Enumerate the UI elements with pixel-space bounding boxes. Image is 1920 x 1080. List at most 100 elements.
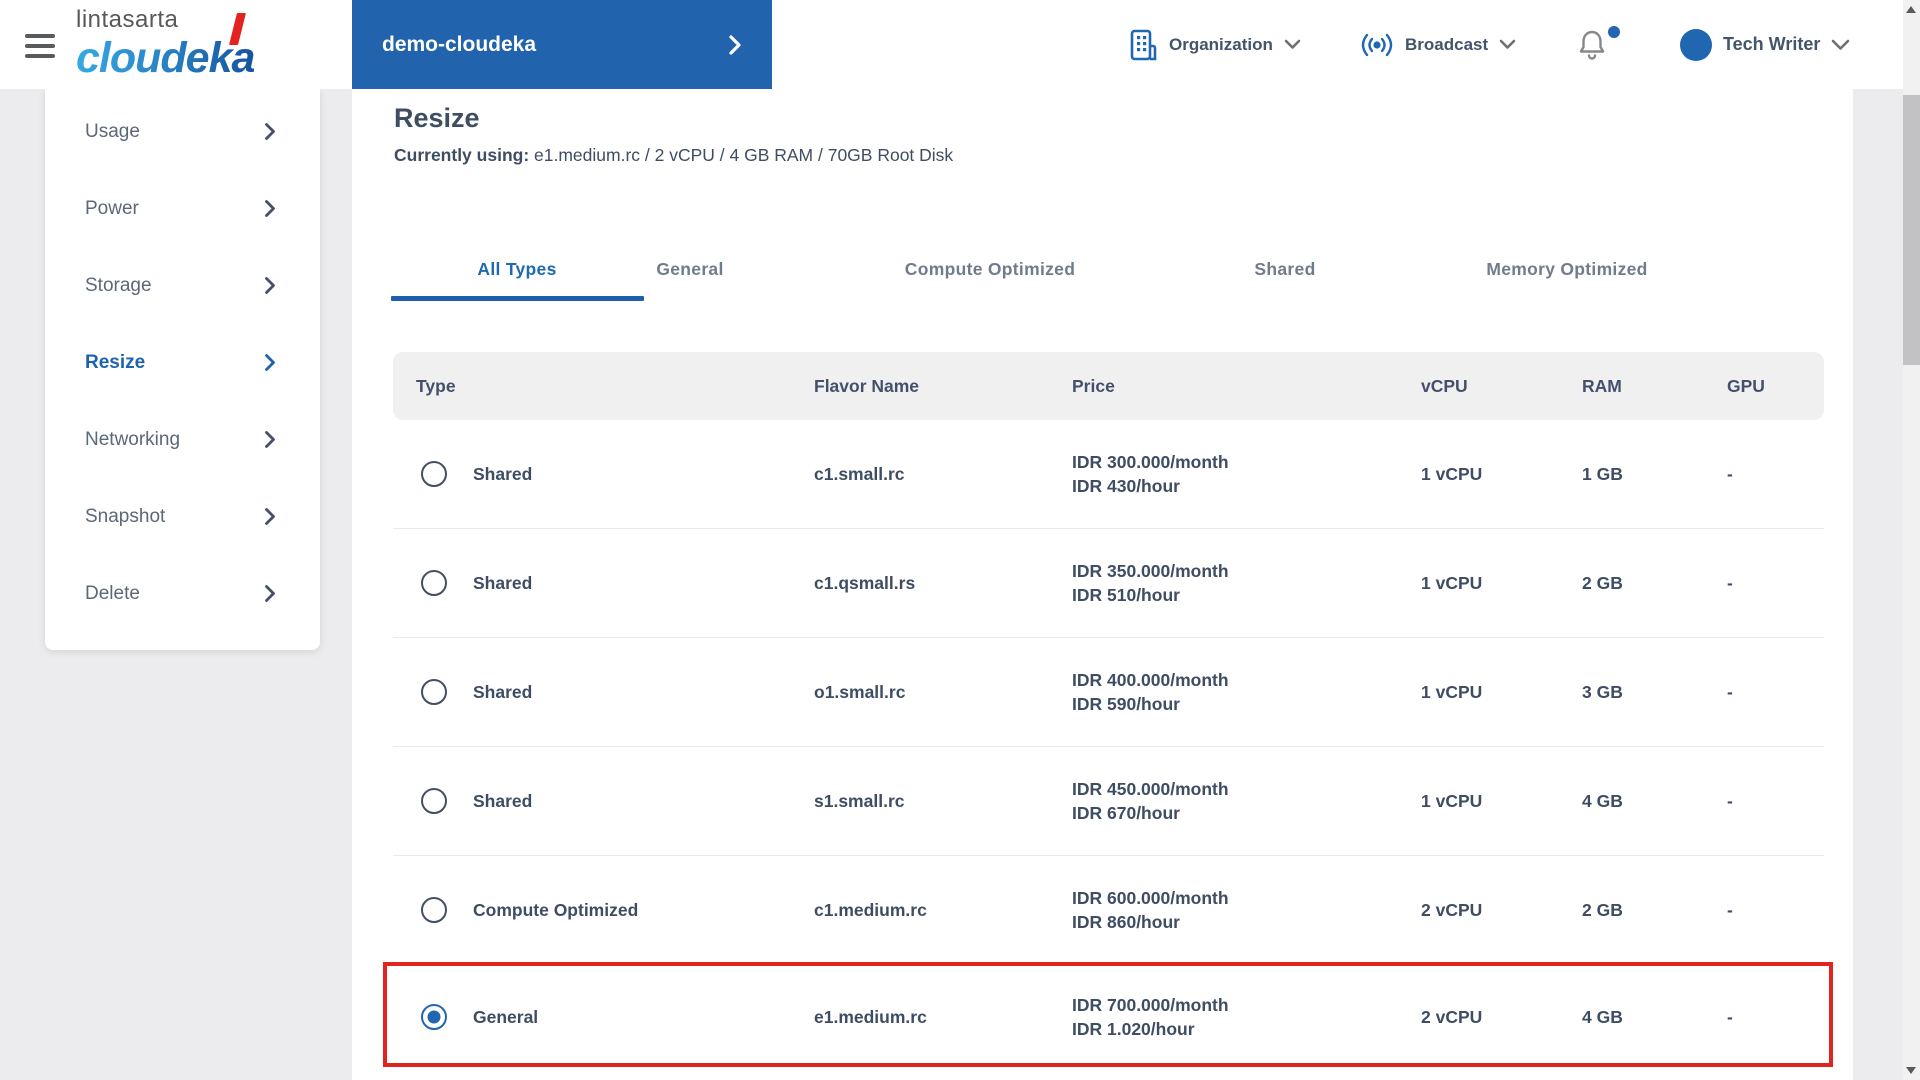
row-gpu: - [1727,790,1733,811]
sidebar-item-power[interactable]: Power [45,170,320,247]
flavor-radio[interactable] [421,570,447,596]
project-name: demo-cloudeka [382,32,537,56]
project-selector-button[interactable]: demo-cloudeka [352,0,772,89]
table-row[interactable]: Compute Optimized c1.medium.rc IDR 600.0… [393,856,1824,965]
tab-all-types[interactable]: All Types [477,249,556,289]
row-type: General [473,1006,539,1027]
row-ram: 2 GB [1582,899,1623,920]
row-type: Shared [473,572,533,593]
table-row[interactable]: Shared s1.small.rc IDR 450.000/month IDR… [393,747,1824,856]
row-ram: 4 GB [1582,1006,1623,1027]
table-row-selected[interactable]: General e1.medium.rc IDR 700.000/month I… [393,965,1824,1069]
organization-building-icon [1130,29,1157,60]
flavor-radio[interactable] [421,1004,447,1030]
row-price: IDR 400.000/month IDR 590/hour [1072,670,1229,714]
resize-panel: Resize Currently using: e1.medium.rc / 2… [352,89,1853,1080]
row-vcpu: 1 vCPU [1421,463,1483,484]
column-header-type: Type [416,375,456,396]
row-ram: 4 GB [1582,790,1623,811]
row-flavor-name: o1.small.rc [814,681,906,702]
flavor-table: Type Flavor Name Price vCPU RAM GPU Shar… [393,352,1824,1069]
scrollbar-up-arrow[interactable] [1906,6,1916,13]
row-ram: 2 GB [1582,572,1623,593]
broadcast-icon [1361,33,1393,56]
sidebar-item-usage[interactable]: Usage [45,93,320,170]
page-title: Resize [394,103,480,133]
row-flavor-name: c1.small.rc [814,463,905,484]
top-header: lintasarta cloudeka demo-cloudeka Organi… [0,0,1920,89]
row-vcpu: 1 vCPU [1421,572,1483,593]
row-price: IDR 450.000/month IDR 670/hour [1072,779,1229,823]
tab-compute-optimized[interactable]: Compute Optimized [905,249,1075,289]
chevron-down-icon [1499,39,1516,49]
row-flavor-name: e1.medium.rc [814,1006,927,1027]
row-ram: 1 GB [1582,463,1623,484]
scrollbar-thumb[interactable] [1903,95,1920,365]
flavor-radio[interactable] [421,788,447,814]
row-vcpu: 2 vCPU [1421,1006,1483,1027]
user-avatar [1680,28,1712,61]
chevron-down-icon [1284,39,1301,49]
chevron-right-icon [265,431,275,448]
notification-badge-dot [1608,26,1620,38]
row-type: Shared [473,790,533,811]
broadcast-menu[interactable]: Broadcast [1360,0,1516,89]
sidebar-item-snapshot[interactable]: Snapshot [45,478,320,555]
sidebar-item-networking[interactable]: Networking [45,401,320,478]
sidebar-item-resize[interactable]: Resize [45,324,320,401]
chevron-right-icon [265,354,275,371]
chevron-right-icon [265,508,275,525]
table-header-row: Type Flavor Name Price vCPU RAM GPU [393,352,1824,420]
row-flavor-name: s1.small.rc [814,790,905,811]
active-tab-underline [391,296,644,301]
column-header-price: Price [1072,375,1115,396]
scrollbar-down-arrow[interactable] [1906,1067,1916,1074]
chevron-right-icon [265,123,275,140]
row-type: Compute Optimized [473,899,639,920]
row-price: IDR 700.000/month IDR 1.020/hour [1072,995,1229,1039]
chevron-right-icon [265,200,275,217]
row-flavor-name: c1.qsmall.rs [814,572,916,593]
chevron-right-icon [729,34,741,55]
row-flavor-name: c1.medium.rc [814,899,927,920]
table-row[interactable]: Shared c1.small.rc IDR 300.000/month IDR… [393,420,1824,529]
row-gpu: - [1727,1006,1733,1027]
sidebar-item-storage[interactable]: Storage [45,247,320,324]
table-row[interactable]: Shared c1.qsmall.rs IDR 350.000/month ID… [393,529,1824,638]
row-type: Shared [473,681,533,702]
tab-shared[interactable]: Shared [1254,249,1315,289]
table-row[interactable]: Shared o1.small.rc IDR 400.000/month IDR… [393,638,1824,747]
user-name: Tech Writer [1723,34,1821,54]
flavor-radio[interactable] [421,679,447,705]
notifications-button[interactable] [1576,26,1622,64]
row-price: IDR 300.000/month IDR 430/hour [1072,452,1229,496]
row-price: IDR 600.000/month IDR 860/hour [1072,888,1229,932]
chevron-down-icon [1832,39,1850,50]
broadcast-label: Broadcast [1405,34,1489,54]
instance-sidebar: Usage Power Storage Resize Networking Sn… [45,89,320,650]
row-gpu: - [1727,681,1733,702]
logo-company-text: lintasarta [76,6,179,33]
logo-product-text: cloudeka [76,34,255,82]
flavor-radio[interactable] [421,897,447,923]
sidebar-item-delete[interactable]: Delete [45,555,320,632]
row-type: Shared [473,463,533,484]
flavor-radio[interactable] [421,461,447,487]
current-flavor-summary: Currently using: e1.medium.rc / 2 vCPU /… [394,145,954,165]
row-gpu: - [1727,899,1733,920]
user-menu[interactable]: Tech Writer [1680,0,1850,89]
hamburger-menu-icon[interactable] [25,34,55,58]
row-gpu: - [1727,463,1733,484]
tab-general[interactable]: General [656,249,723,289]
row-vcpu: 1 vCPU [1421,790,1483,811]
row-gpu: - [1727,572,1733,593]
cloudeka-logo[interactable]: lintasarta cloudeka [76,6,316,83]
organization-menu[interactable]: Organization [1128,0,1301,89]
organization-label: Organization [1169,34,1273,54]
page-scrollbar[interactable] [1903,0,1920,1080]
tab-memory-optimized[interactable]: Memory Optimized [1486,249,1647,289]
row-vcpu: 1 vCPU [1421,681,1483,702]
chevron-right-icon [265,585,275,602]
bell-icon [1579,30,1605,60]
column-header-ram: RAM [1582,375,1622,396]
